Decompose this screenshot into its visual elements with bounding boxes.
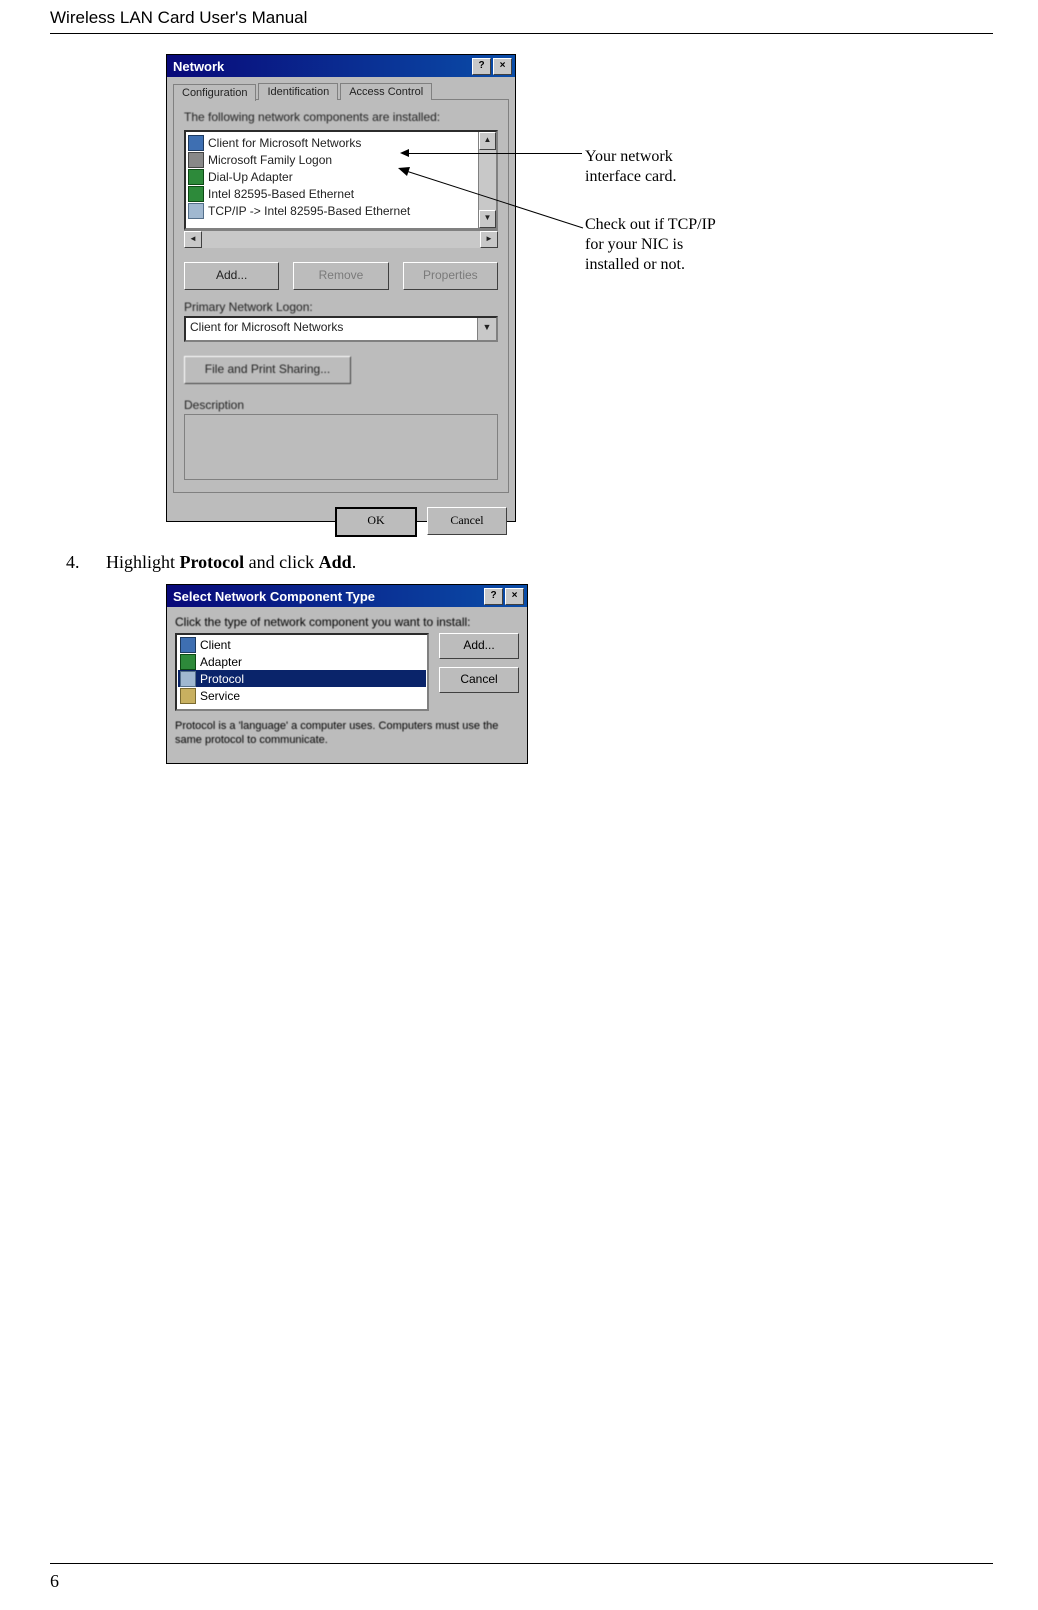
step-text-bold: Add: [319, 552, 352, 572]
list-item-label: TCP/IP -> Intel 82595-Based Ethernet: [208, 204, 410, 218]
titlebar: Network ? ×: [167, 55, 515, 77]
cancel-button[interactable]: Cancel: [439, 667, 519, 693]
annotation-arrow-line: [407, 153, 582, 154]
type-item-adapter[interactable]: Adapter: [178, 653, 426, 670]
help-button[interactable]: ?: [472, 58, 491, 75]
scroll-left-button[interactable]: ◄: [184, 231, 202, 248]
step-4-text: Highlight Protocol and click Add.: [106, 552, 356, 573]
computer-icon: [188, 135, 204, 151]
components-intro: The following network components are ins…: [184, 110, 498, 124]
ok-button[interactable]: OK: [335, 507, 417, 537]
add-button[interactable]: Add...: [439, 633, 519, 659]
primary-logon-combo[interactable]: Client for Microsoft Networks ▼: [184, 316, 498, 342]
component-intro: Click the type of network component you …: [175, 615, 519, 629]
titlebar: Select Network Component Type ? ×: [167, 585, 527, 607]
annotation-nic: Your network interface card.: [585, 147, 676, 187]
adapter-icon: [188, 186, 204, 202]
type-item-client[interactable]: Client: [178, 636, 426, 653]
component-type-list[interactable]: Client Adapter Protocol Service: [175, 633, 429, 711]
adapter-icon: [188, 169, 204, 185]
remove-button[interactable]: Remove: [293, 262, 388, 290]
client-icon: [180, 637, 196, 653]
close-button[interactable]: ×: [505, 588, 524, 605]
tab-configuration[interactable]: Configuration: [173, 84, 256, 101]
type-item-label: Protocol: [200, 672, 244, 686]
page-number: 6: [50, 1571, 59, 1592]
dialog-title: Select Network Component Type: [173, 589, 375, 604]
tab-access-control[interactable]: Access Control: [340, 83, 432, 100]
close-button[interactable]: ×: [493, 58, 512, 75]
file-print-sharing-button[interactable]: File and Print Sharing...: [184, 356, 351, 384]
properties-button[interactable]: Properties: [403, 262, 498, 290]
dialog-title: Network: [173, 59, 224, 74]
footer-rule: [50, 1563, 993, 1564]
tab-strip: Configuration Identification Access Cont…: [173, 83, 509, 100]
cancel-button[interactable]: Cancel: [427, 507, 507, 535]
primary-logon-value: Client for Microsoft Networks: [186, 318, 477, 340]
step-text-segment: Highlight: [106, 552, 180, 572]
annotation-tcpip: Check out if TCP/IP for your NIC is inst…: [585, 215, 716, 275]
primary-logon-label: Primary Network Logon:: [184, 300, 498, 314]
list-item-label: Intel 82595-Based Ethernet: [208, 187, 354, 201]
add-button[interactable]: Add...: [184, 262, 279, 290]
chevron-down-icon[interactable]: ▼: [477, 318, 496, 340]
list-item[interactable]: Client for Microsoft Networks: [188, 134, 476, 151]
network-dialog: Network ? × Configuration Identification…: [166, 54, 516, 522]
scroll-up-button[interactable]: ▲: [479, 132, 496, 150]
type-item-service[interactable]: Service: [178, 687, 426, 704]
annotation-arrow-head: [400, 149, 409, 157]
step-text-bold: Protocol: [180, 552, 245, 572]
description-label: Description: [184, 398, 498, 412]
annotation-arrow-svg: [398, 160, 588, 235]
service-icon: [180, 688, 196, 704]
list-item-label: Dial-Up Adapter: [208, 170, 293, 184]
type-item-label: Service: [200, 689, 240, 703]
tab-identification[interactable]: Identification: [258, 83, 338, 100]
type-item-label: Client: [200, 638, 231, 652]
tab-panel: The following network components are ins…: [173, 99, 509, 493]
adapter-icon: [180, 654, 196, 670]
type-item-label: Adapter: [200, 655, 242, 669]
list-item-label: Microsoft Family Logon: [208, 153, 332, 167]
step-text-segment: .: [352, 552, 357, 572]
logon-icon: [188, 152, 204, 168]
page: Wireless LAN Card User's Manual Network …: [0, 0, 1038, 1610]
step-4-number: 4.: [66, 552, 80, 573]
list-item-label: Client for Microsoft Networks: [208, 136, 361, 150]
protocol-icon: [188, 203, 204, 219]
header-rule: [50, 33, 993, 34]
component-type-dialog: Select Network Component Type ? × Click …: [166, 584, 528, 764]
protocol-icon: [180, 671, 196, 687]
description-box: [184, 414, 498, 480]
component-description: Protocol is a 'language' a computer uses…: [175, 719, 519, 747]
running-header: Wireless LAN Card User's Manual: [50, 8, 307, 28]
step-text-segment: and click: [244, 552, 318, 572]
type-item-protocol[interactable]: Protocol: [178, 670, 426, 687]
help-button[interactable]: ?: [484, 588, 503, 605]
